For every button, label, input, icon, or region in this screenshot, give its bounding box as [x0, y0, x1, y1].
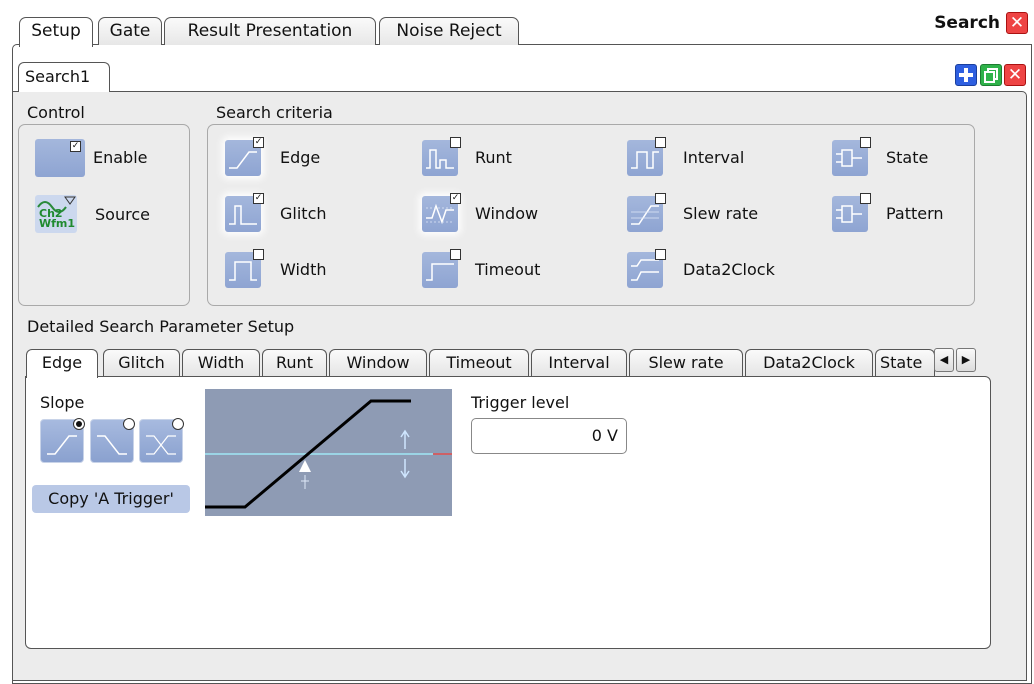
tab-state[interactable]: State [875, 349, 935, 376]
search-criteria-title: Search criteria [216, 103, 333, 122]
glitch-checkbox[interactable]: ✓ [253, 193, 264, 204]
runt-criteria-icon[interactable] [422, 137, 461, 176]
width-checkbox[interactable] [253, 249, 264, 260]
plus-icon [959, 68, 973, 82]
scroll-tabs-right-button[interactable]: ▶ [956, 348, 976, 372]
window-title: Search [934, 13, 1000, 33]
copy-icon [984, 68, 998, 83]
slope-either-button[interactable] [139, 418, 184, 463]
pattern-checkbox[interactable] [860, 193, 871, 204]
chevron-right-icon: ▶ [961, 353, 971, 366]
interval-criteria-icon[interactable] [627, 137, 666, 176]
pattern-criteria-icon[interactable] [832, 193, 871, 232]
detailed-setup-title: Detailed Search Parameter Setup [27, 317, 295, 336]
glitch-criteria-icon[interactable]: ✓ [225, 193, 264, 232]
glitch-criteria-label: Glitch [280, 204, 327, 223]
runt-checkbox[interactable] [450, 137, 461, 148]
tab-timeout[interactable]: Timeout [429, 349, 529, 376]
timeout-criteria-icon[interactable] [422, 249, 461, 288]
data2clock-checkbox[interactable] [655, 249, 666, 260]
timeout-criteria-label: Timeout [475, 260, 541, 279]
runt-criteria-label: Runt [475, 148, 512, 167]
close-icon: ✕ [1007, 65, 1023, 85]
slope-label: Slope [40, 393, 85, 412]
edge-preview [205, 389, 452, 516]
control-title: Control [27, 103, 85, 122]
interval-criteria-label: Interval [683, 148, 745, 167]
data2clock-criteria-icon[interactable] [627, 249, 666, 288]
slew-rate-checkbox[interactable] [655, 193, 666, 204]
edge-preview-graphic [205, 399, 452, 509]
tab-result-presentation[interactable]: Result Presentation [164, 17, 376, 45]
edge-criteria-icon[interactable]: ✓ [225, 137, 264, 176]
slope-falling-button[interactable] [90, 418, 135, 463]
source-label: Source [95, 205, 150, 224]
window-checkbox[interactable]: ✓ [450, 193, 461, 204]
timeout-checkbox[interactable] [450, 249, 461, 260]
enable-toggle[interactable]: ✓ [35, 139, 85, 177]
copy-search-button[interactable] [980, 64, 1002, 86]
slope-falling-radio[interactable] [123, 418, 135, 430]
window-criteria-label: Window [475, 204, 539, 223]
tab-width[interactable]: Width [182, 349, 260, 376]
slope-rising-radio[interactable] [73, 418, 85, 430]
tab-slew-rate[interactable]: Slew rate [629, 349, 743, 376]
copy-a-trigger-button[interactable]: Copy 'A Trigger' [32, 485, 190, 513]
add-search-button[interactable] [955, 64, 977, 86]
slope-rising-button[interactable] [40, 418, 85, 463]
tab-gate[interactable]: Gate [98, 17, 162, 45]
close-icon: ✕ [1009, 13, 1025, 33]
trigger-level-label: Trigger level [471, 393, 570, 412]
trigger-level-input[interactable]: 0 V [471, 418, 627, 454]
tab-search1[interactable]: Search1 [18, 62, 110, 92]
source-selector[interactable]: Ch2 Wfm1 [35, 195, 77, 233]
tab-glitch[interactable]: Glitch [103, 349, 180, 376]
width-criteria-label: Width [280, 260, 327, 279]
tab-noise-reject[interactable]: Noise Reject [379, 17, 519, 45]
interval-checkbox[interactable] [655, 137, 666, 148]
edge-criteria-label: Edge [280, 148, 321, 167]
scroll-tabs-left-button[interactable]: ◀ [934, 348, 954, 372]
enable-label: Enable [93, 148, 148, 167]
slew-rate-criteria-icon[interactable] [627, 193, 666, 232]
source-waveform: Wfm1 [39, 217, 76, 230]
tab-setup[interactable]: Setup [19, 17, 93, 47]
window-criteria-icon[interactable]: ✓ [422, 193, 461, 232]
tab-data2clock[interactable]: Data2Clock [745, 349, 873, 376]
delete-search-button[interactable]: ✕ [1004, 64, 1026, 86]
tab-window[interactable]: Window [329, 349, 427, 376]
width-criteria-icon[interactable] [225, 249, 264, 288]
enable-checkbox[interactable]: ✓ [70, 141, 81, 152]
tab-runt[interactable]: Runt [262, 349, 327, 376]
edge-checkbox[interactable]: ✓ [253, 137, 264, 148]
close-window-button[interactable]: ✕ [1006, 12, 1028, 34]
pattern-criteria-label: Pattern [886, 204, 944, 223]
chevron-left-icon: ◀ [939, 353, 949, 366]
slope-either-radio[interactable] [172, 418, 184, 430]
slew-rate-criteria-label: Slew rate [683, 204, 759, 223]
tab-interval[interactable]: Interval [531, 349, 627, 376]
tab-edge[interactable]: Edge [26, 349, 98, 378]
state-criteria-icon[interactable] [832, 137, 871, 176]
data2clock-criteria-label: Data2Clock [683, 260, 775, 279]
state-criteria-label: State [886, 148, 929, 167]
state-checkbox[interactable] [860, 137, 871, 148]
